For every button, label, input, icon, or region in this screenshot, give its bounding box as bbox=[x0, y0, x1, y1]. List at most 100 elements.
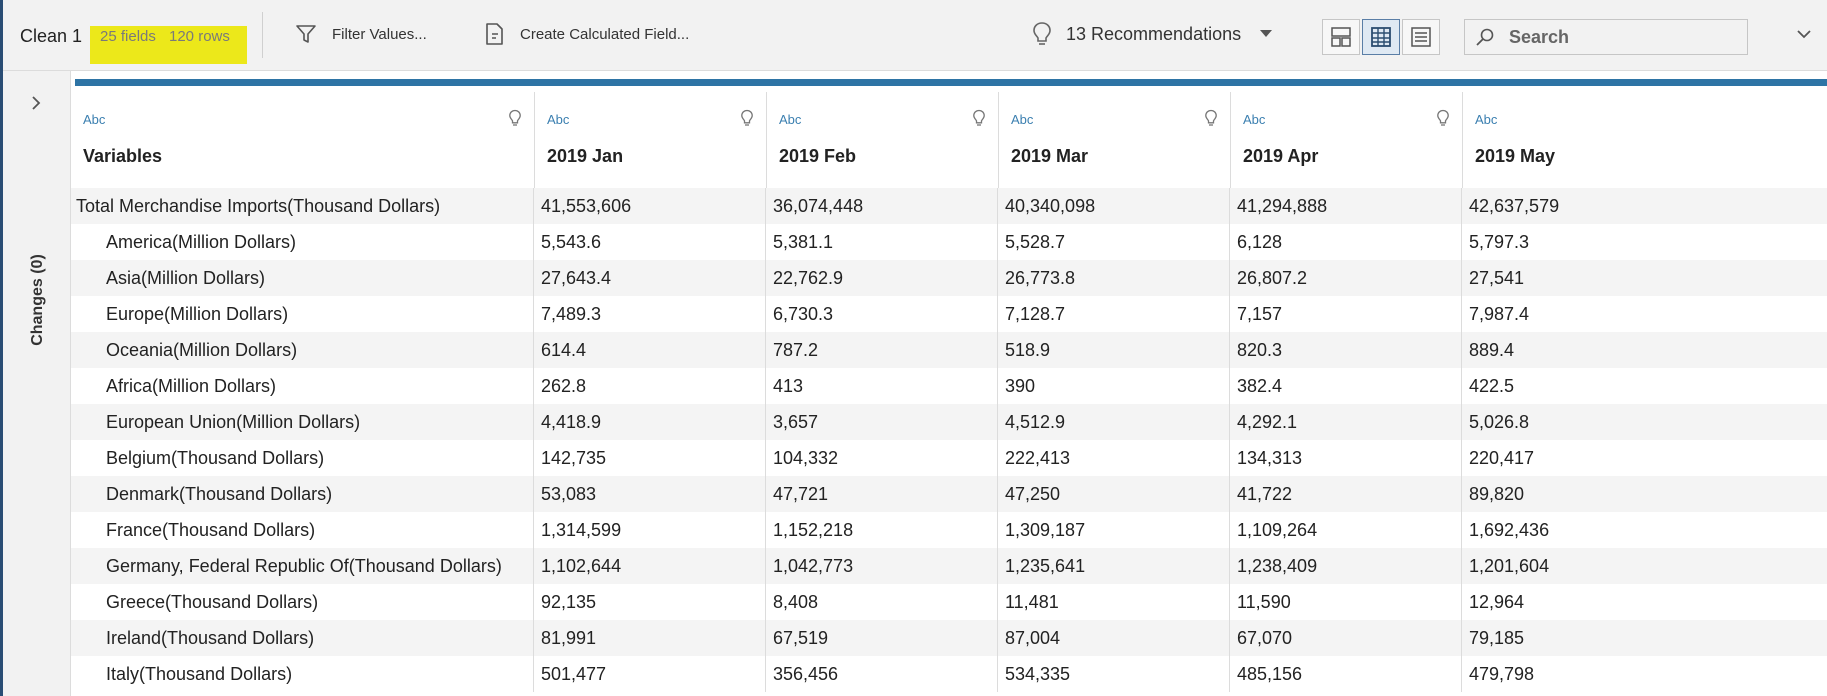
value-cell[interactable]: 81,991 bbox=[535, 620, 766, 656]
variable-cell[interactable]: Greece(Thousand Dollars) bbox=[71, 584, 534, 620]
value-cell[interactable]: 382.4 bbox=[1231, 368, 1462, 404]
value-cell[interactable]: 26,773.8 bbox=[999, 260, 1230, 296]
value-cell[interactable]: 6,730.3 bbox=[767, 296, 998, 332]
variable-cell[interactable]: Europe(Million Dollars) bbox=[71, 296, 534, 332]
table-row[interactable]: European Union(Million Dollars) 4,418.9 3,… bbox=[71, 404, 1827, 440]
value-cell[interactable]: 89,820 bbox=[1463, 476, 1827, 512]
table-row[interactable]: Italy(Thousand Dollars) 501,477 356,456 534… bbox=[71, 656, 1827, 692]
value-cell[interactable]: 47,721 bbox=[767, 476, 998, 512]
value-cell[interactable]: 26,807.2 bbox=[1231, 260, 1462, 296]
table-row[interactable]: America(Million Dollars) 5,543.6 5,381.1 5,… bbox=[71, 224, 1827, 260]
value-cell[interactable]: 479,798 bbox=[1463, 656, 1827, 692]
search-field[interactable] bbox=[1464, 19, 1748, 55]
value-cell[interactable]: 7,128.7 bbox=[999, 296, 1230, 332]
value-cell[interactable]: 1,102,644 bbox=[535, 548, 766, 584]
lightbulb-icon[interactable] bbox=[1436, 109, 1450, 127]
value-cell[interactable]: 92,135 bbox=[535, 584, 766, 620]
column-header[interactable]: Abc 2019 Jan bbox=[535, 92, 767, 189]
value-cell[interactable]: 1,042,773 bbox=[767, 548, 998, 584]
create-calculated-field-button[interactable]: Create Calculated Field... bbox=[484, 14, 689, 54]
expand-chevron-icon[interactable] bbox=[30, 95, 42, 111]
value-cell[interactable]: 41,294,888 bbox=[1231, 188, 1462, 224]
value-cell[interactable]: 889.4 bbox=[1463, 332, 1827, 368]
value-cell[interactable]: 40,340,098 bbox=[999, 188, 1230, 224]
value-cell[interactable]: 42,637,579 bbox=[1463, 188, 1827, 224]
table-row[interactable]: Asia(Million Dollars) 27,643.4 22,762.9 26,… bbox=[71, 260, 1827, 296]
table-row[interactable]: France(Thousand Dollars) 1,314,599 1,152,2… bbox=[71, 512, 1827, 548]
list-view-button[interactable] bbox=[1402, 19, 1440, 55]
value-cell[interactable]: 1,314,599 bbox=[535, 512, 766, 548]
value-cell[interactable]: 11,590 bbox=[1231, 584, 1462, 620]
value-cell[interactable]: 41,553,606 bbox=[535, 188, 766, 224]
recommendations-dropdown[interactable]: 13 Recommendations bbox=[1032, 14, 1273, 54]
value-cell[interactable]: 501,477 bbox=[535, 656, 766, 692]
lightbulb-icon[interactable] bbox=[508, 109, 522, 127]
value-cell[interactable]: 7,489.3 bbox=[535, 296, 766, 332]
table-row[interactable]: Africa(Million Dollars) 262.8 413 390 382.4 4… bbox=[71, 368, 1827, 404]
value-cell[interactable]: 413 bbox=[767, 368, 998, 404]
value-cell[interactable]: 36,074,448 bbox=[767, 188, 998, 224]
value-cell[interactable]: 222,413 bbox=[999, 440, 1230, 476]
value-cell[interactable]: 79,185 bbox=[1463, 620, 1827, 656]
column-header[interactable]: Abc Variables bbox=[71, 92, 535, 189]
column-header[interactable]: Abc 2019 Mar bbox=[999, 92, 1231, 189]
value-cell[interactable]: 7,987.4 bbox=[1463, 296, 1827, 332]
value-cell[interactable]: 8,408 bbox=[767, 584, 998, 620]
value-cell[interactable]: 1,309,187 bbox=[999, 512, 1230, 548]
lightbulb-icon[interactable] bbox=[1204, 109, 1218, 127]
profile-view-button[interactable] bbox=[1322, 19, 1360, 55]
value-cell[interactable]: 6,128 bbox=[1231, 224, 1462, 260]
value-cell[interactable]: 12,964 bbox=[1463, 584, 1827, 620]
lightbulb-icon[interactable] bbox=[972, 109, 986, 127]
value-cell[interactable]: 787.2 bbox=[767, 332, 998, 368]
lightbulb-icon[interactable] bbox=[740, 109, 754, 127]
value-cell[interactable]: 11,481 bbox=[999, 584, 1230, 620]
value-cell[interactable]: 1,692,436 bbox=[1463, 512, 1827, 548]
value-cell[interactable]: 422.5 bbox=[1463, 368, 1827, 404]
value-cell[interactable]: 67,519 bbox=[767, 620, 998, 656]
variable-cell[interactable]: European Union(Million Dollars) bbox=[71, 404, 534, 440]
variable-cell[interactable]: Belgium(Thousand Dollars) bbox=[71, 440, 534, 476]
variable-cell[interactable]: America(Million Dollars) bbox=[71, 224, 534, 260]
search-input[interactable] bbox=[1507, 25, 1711, 49]
value-cell[interactable]: 1,235,641 bbox=[999, 548, 1230, 584]
variable-cell[interactable]: Italy(Thousand Dollars) bbox=[71, 656, 534, 692]
value-cell[interactable]: 7,157 bbox=[1231, 296, 1462, 332]
variable-cell[interactable]: Africa(Million Dollars) bbox=[71, 368, 534, 404]
value-cell[interactable]: 27,643.4 bbox=[535, 260, 766, 296]
column-header[interactable]: Abc 2019 Feb bbox=[767, 92, 999, 189]
value-cell[interactable]: 134,313 bbox=[1231, 440, 1462, 476]
value-cell[interactable]: 518.9 bbox=[999, 332, 1230, 368]
table-row[interactable]: Belgium(Thousand Dollars) 142,735 104,332 2… bbox=[71, 440, 1827, 476]
value-cell[interactable]: 5,528.7 bbox=[999, 224, 1230, 260]
value-cell[interactable]: 534,335 bbox=[999, 656, 1230, 692]
value-cell[interactable]: 5,543.6 bbox=[535, 224, 766, 260]
variable-cell[interactable]: Ireland(Thousand Dollars) bbox=[71, 620, 534, 656]
value-cell[interactable]: 356,456 bbox=[767, 656, 998, 692]
variable-cell[interactable]: Oceania(Million Dollars) bbox=[71, 332, 534, 368]
value-cell[interactable]: 485,156 bbox=[1231, 656, 1462, 692]
variable-cell[interactable]: Total Merchandise Imports(Thousand Dolla… bbox=[71, 188, 534, 224]
value-cell[interactable]: 1,238,409 bbox=[1231, 548, 1462, 584]
filter-values-button[interactable]: Filter Values... bbox=[294, 14, 427, 54]
value-cell[interactable]: 41,722 bbox=[1231, 476, 1462, 512]
variable-cell[interactable]: Germany, Federal Republic Of(Thousand Do… bbox=[71, 548, 534, 584]
table-row[interactable]: Ireland(Thousand Dollars) 81,991 67,519 87,… bbox=[71, 620, 1827, 656]
value-cell[interactable]: 614.4 bbox=[535, 332, 766, 368]
table-row[interactable]: Germany, Federal Republic Of(Thousand Do… bbox=[71, 548, 1827, 584]
table-row[interactable]: Total Merchandise Imports(Thousand Dolla… bbox=[71, 188, 1827, 224]
variable-cell[interactable]: Asia(Million Dollars) bbox=[71, 260, 534, 296]
value-cell[interactable]: 5,797.3 bbox=[1463, 224, 1827, 260]
value-cell[interactable]: 5,026.8 bbox=[1463, 404, 1827, 440]
variable-cell[interactable]: France(Thousand Dollars) bbox=[71, 512, 534, 548]
value-cell[interactable]: 87,004 bbox=[999, 620, 1230, 656]
table-row[interactable]: Denmark(Thousand Dollars) 53,083 47,721 47,… bbox=[71, 476, 1827, 512]
table-row[interactable]: Oceania(Million Dollars) 614.4 787.2 518.9 8… bbox=[71, 332, 1827, 368]
value-cell[interactable]: 5,381.1 bbox=[767, 224, 998, 260]
value-cell[interactable]: 47,250 bbox=[999, 476, 1230, 512]
value-cell[interactable]: 3,657 bbox=[767, 404, 998, 440]
variable-cell[interactable]: Denmark(Thousand Dollars) bbox=[71, 476, 534, 512]
value-cell[interactable]: 142,735 bbox=[535, 440, 766, 476]
data-grid-view-button[interactable] bbox=[1362, 19, 1400, 55]
value-cell[interactable]: 22,762.9 bbox=[767, 260, 998, 296]
